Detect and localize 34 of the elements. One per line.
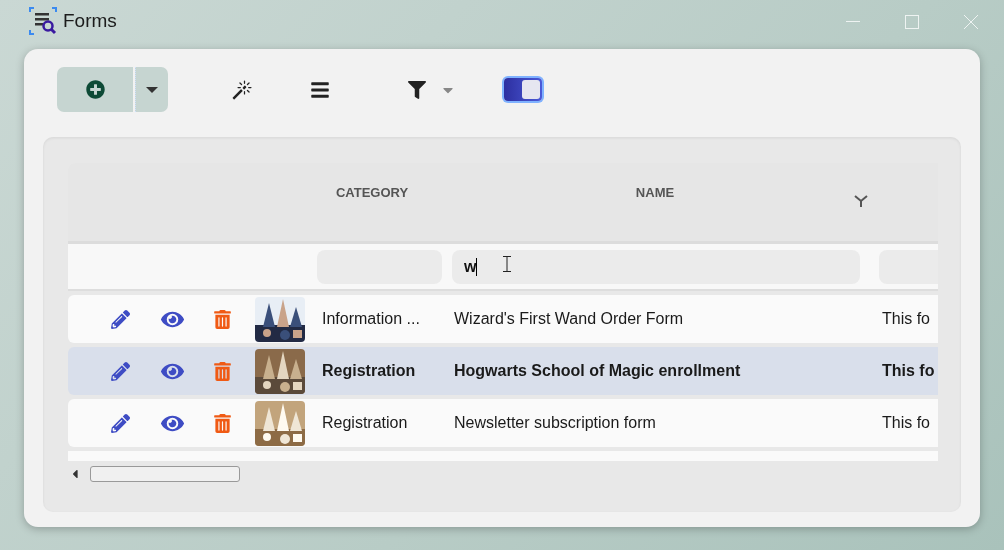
edit-icon[interactable] [110, 413, 130, 433]
caret-icon [146, 86, 158, 93]
edit-icon[interactable] [110, 361, 130, 381]
table-cell-text: Newsletter subscription form [453, 414, 657, 432]
column-header[interactable]: NAME [635, 185, 675, 201]
scrollbar-thumb[interactable] [90, 466, 240, 482]
table-cell-text: Registration [321, 414, 409, 432]
column-header[interactable]: CATEGORY [335, 185, 409, 201]
text-cursor-icon [503, 256, 512, 272]
table-cell-text: This fo [881, 414, 931, 432]
edit-icon[interactable] [110, 309, 130, 329]
plus-icon [85, 80, 105, 99]
delete-icon[interactable] [212, 413, 232, 433]
dropdown-button[interactable] [135, 67, 168, 112]
window-title: Forms [63, 9, 117, 32]
menu-icon[interactable] [310, 79, 330, 100]
table-row[interactable]: Information ... Wizard's First Wand Order Form This fo [68, 295, 938, 343]
filter-icon[interactable] [408, 80, 456, 99]
filter-field[interactable]: w [452, 249, 860, 284]
table-cell-text: This fo [881, 310, 931, 328]
delete-icon[interactable] [212, 309, 232, 329]
view-toggle[interactable] [504, 78, 542, 101]
table-cell-text: Registration [321, 362, 417, 380]
table-cell-text: This fo [881, 362, 936, 380]
filter-icon[interactable] [854, 195, 868, 207]
table-cell-text: Information ... [321, 310, 421, 328]
delete-icon[interactable] [212, 361, 232, 381]
add-button[interactable] [57, 67, 133, 112]
table-cell-text: Wizard's First Wand Order Form [453, 310, 685, 328]
magic-wand-icon[interactable] [232, 79, 252, 100]
forms-search-icon [29, 6, 57, 35]
table-cell-text: Hogwarts School of Magic enrollment [453, 362, 742, 380]
table-row[interactable]: Registration Hogwarts School of Magic enrollment This fo [68, 347, 938, 395]
table-row[interactable]: Registration Newsletter subscription form This fo [68, 399, 938, 447]
